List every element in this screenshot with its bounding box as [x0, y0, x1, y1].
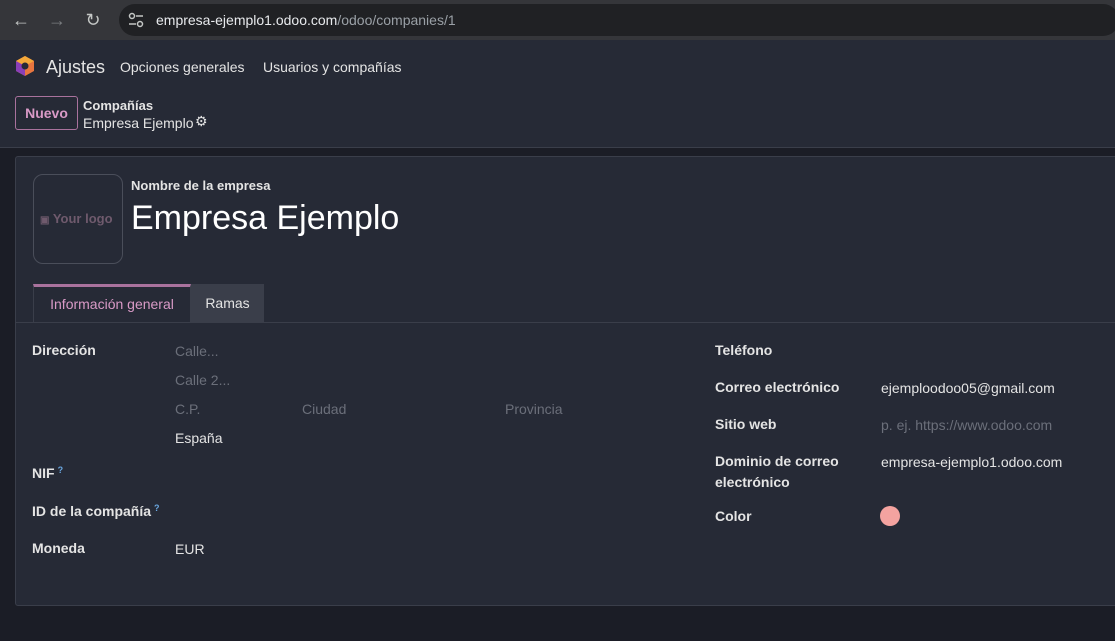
- camera-icon: ▣: [40, 215, 50, 226]
- logo-placeholder: ▣ Your logo: [40, 211, 113, 226]
- color-picker[interactable]: [880, 506, 900, 526]
- site-settings-icon[interactable]: [127, 11, 145, 29]
- gear-icon[interactable]: ⚙: [195, 114, 209, 128]
- url-path: /odoo/companies/1: [337, 12, 456, 28]
- browser-toolbar: ← → ↻ empresa-ejemplo1.odoo.com/odoo/com…: [0, 0, 1115, 40]
- phone-label: Teléfono: [715, 342, 773, 358]
- tabs-divider: [16, 322, 1115, 323]
- email-label: Correo electrónico: [715, 379, 840, 395]
- email-domain-label-line1: Dominio de correo: [715, 453, 839, 469]
- logo-placeholder-text: Your logo: [52, 211, 113, 226]
- menu-item-users-companies[interactable]: Usuarios y compañías: [263, 59, 402, 75]
- website-input[interactable]: p. ej. https://www.odoo.com: [881, 417, 1052, 433]
- company-id-help-icon[interactable]: ?: [154, 503, 160, 513]
- breadcrumb-current: Empresa Ejemplo: [83, 115, 194, 131]
- menu-item-general-settings[interactable]: Opciones generales: [120, 59, 245, 75]
- breadcrumb-parent[interactable]: Compañías: [83, 98, 153, 113]
- forward-arrow-icon[interactable]: →: [47, 10, 67, 30]
- url-host: empresa-ejemplo1.odoo.com: [156, 12, 338, 28]
- tab-general-info[interactable]: Información general: [33, 284, 191, 323]
- company-id-label: ID de la compañía?: [32, 503, 160, 519]
- form-sheet: ▣ Your logo Nombre de la empresa Empresa…: [15, 156, 1115, 606]
- back-arrow-icon[interactable]: ←: [11, 10, 31, 30]
- reload-icon[interactable]: ↻: [83, 10, 103, 30]
- city-input[interactable]: Ciudad: [302, 401, 346, 417]
- new-button[interactable]: Nuevo: [15, 96, 78, 130]
- address-bar[interactable]: empresa-ejemplo1.odoo.com/odoo/companies…: [119, 4, 1115, 36]
- state-select[interactable]: Provincia: [505, 401, 563, 417]
- website-label: Sitio web: [715, 416, 777, 432]
- email-domain-label-line2: electrónico: [715, 474, 790, 490]
- currency-label: Moneda: [32, 540, 85, 556]
- country-select[interactable]: España: [175, 430, 222, 446]
- email-domain-input[interactable]: empresa-ejemplo1.odoo.com: [881, 454, 1062, 470]
- zip-input[interactable]: C.P.: [175, 401, 200, 417]
- vat-label: NIF?: [32, 465, 63, 481]
- control-panel: Nuevo Compañías Empresa Ejemplo ⚙: [0, 92, 1115, 148]
- company-name-input[interactable]: Empresa Ejemplo: [131, 199, 399, 238]
- company-id-label-text: ID de la compañía: [32, 503, 152, 519]
- address-label: Dirección: [32, 342, 96, 358]
- color-label: Color: [715, 508, 752, 524]
- street-input[interactable]: Calle...: [175, 343, 219, 359]
- app-name[interactable]: Ajustes: [46, 57, 105, 78]
- company-name-label: Nombre de la empresa: [131, 178, 271, 193]
- vat-label-text: NIF: [32, 465, 55, 481]
- email-input[interactable]: ejemploodoo05@gmail.com: [881, 380, 1055, 396]
- tab-branches[interactable]: Ramas: [191, 284, 264, 323]
- app-navbar: Ajustes Opciones generales Usuarios y co…: [0, 40, 1115, 92]
- company-logo-upload[interactable]: ▣ Your logo: [33, 174, 123, 264]
- url-text[interactable]: empresa-ejemplo1.odoo.com/odoo/companies…: [156, 12, 456, 28]
- street2-input[interactable]: Calle 2...: [175, 372, 230, 388]
- currency-select[interactable]: EUR: [175, 541, 205, 557]
- vat-help-icon[interactable]: ?: [58, 465, 64, 475]
- settings-app-logo-icon[interactable]: [14, 55, 36, 77]
